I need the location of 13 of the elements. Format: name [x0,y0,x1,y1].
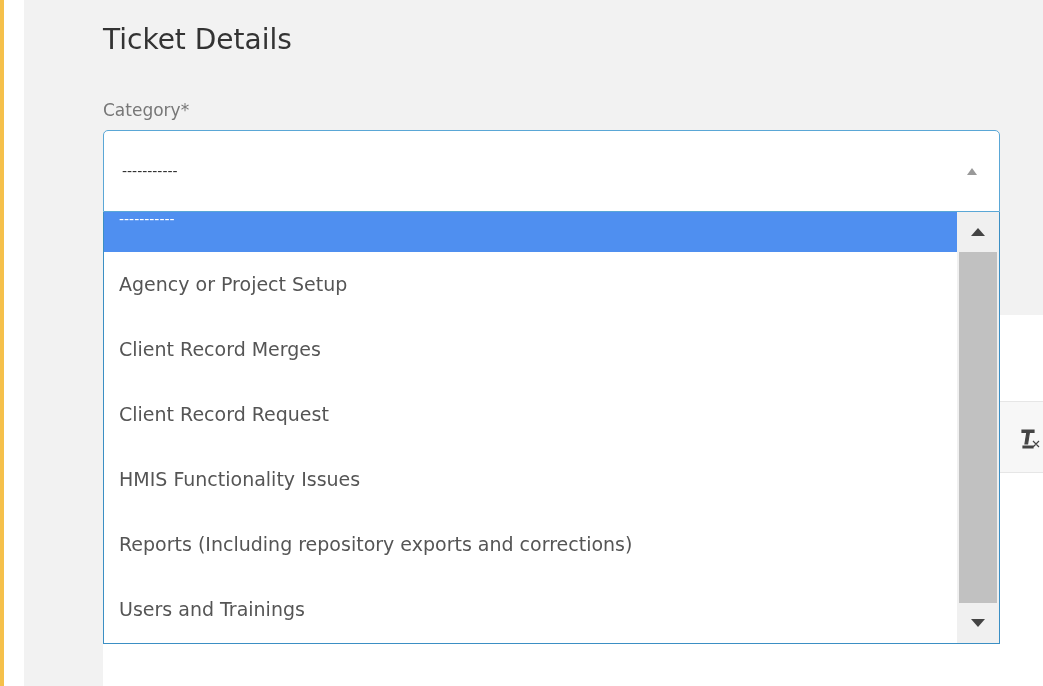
scroll-up-arrow-icon[interactable] [971,228,985,236]
scroll-down-arrow-icon[interactable] [971,619,985,627]
caret-icon [967,167,977,175]
category-select[interactable]: ----------- [103,130,1000,212]
scrollbar[interactable] [957,212,999,643]
dropdown-option[interactable]: Agency or Project Setup [104,252,957,317]
page-title: Ticket Details [103,22,293,58]
dropdown-option[interactable]: Reports (Including repository exports and corrections) [104,512,957,577]
dropdown-option[interactable]: Client Record Merges [104,317,957,382]
dropdown-option[interactable]: Users and Trainings [104,577,957,642]
dropdown-option[interactable]: HMIS Functionality Issues [104,447,957,512]
dropdown-option[interactable]: Client Record Request [104,382,957,447]
field-label: Category* [103,99,191,122]
